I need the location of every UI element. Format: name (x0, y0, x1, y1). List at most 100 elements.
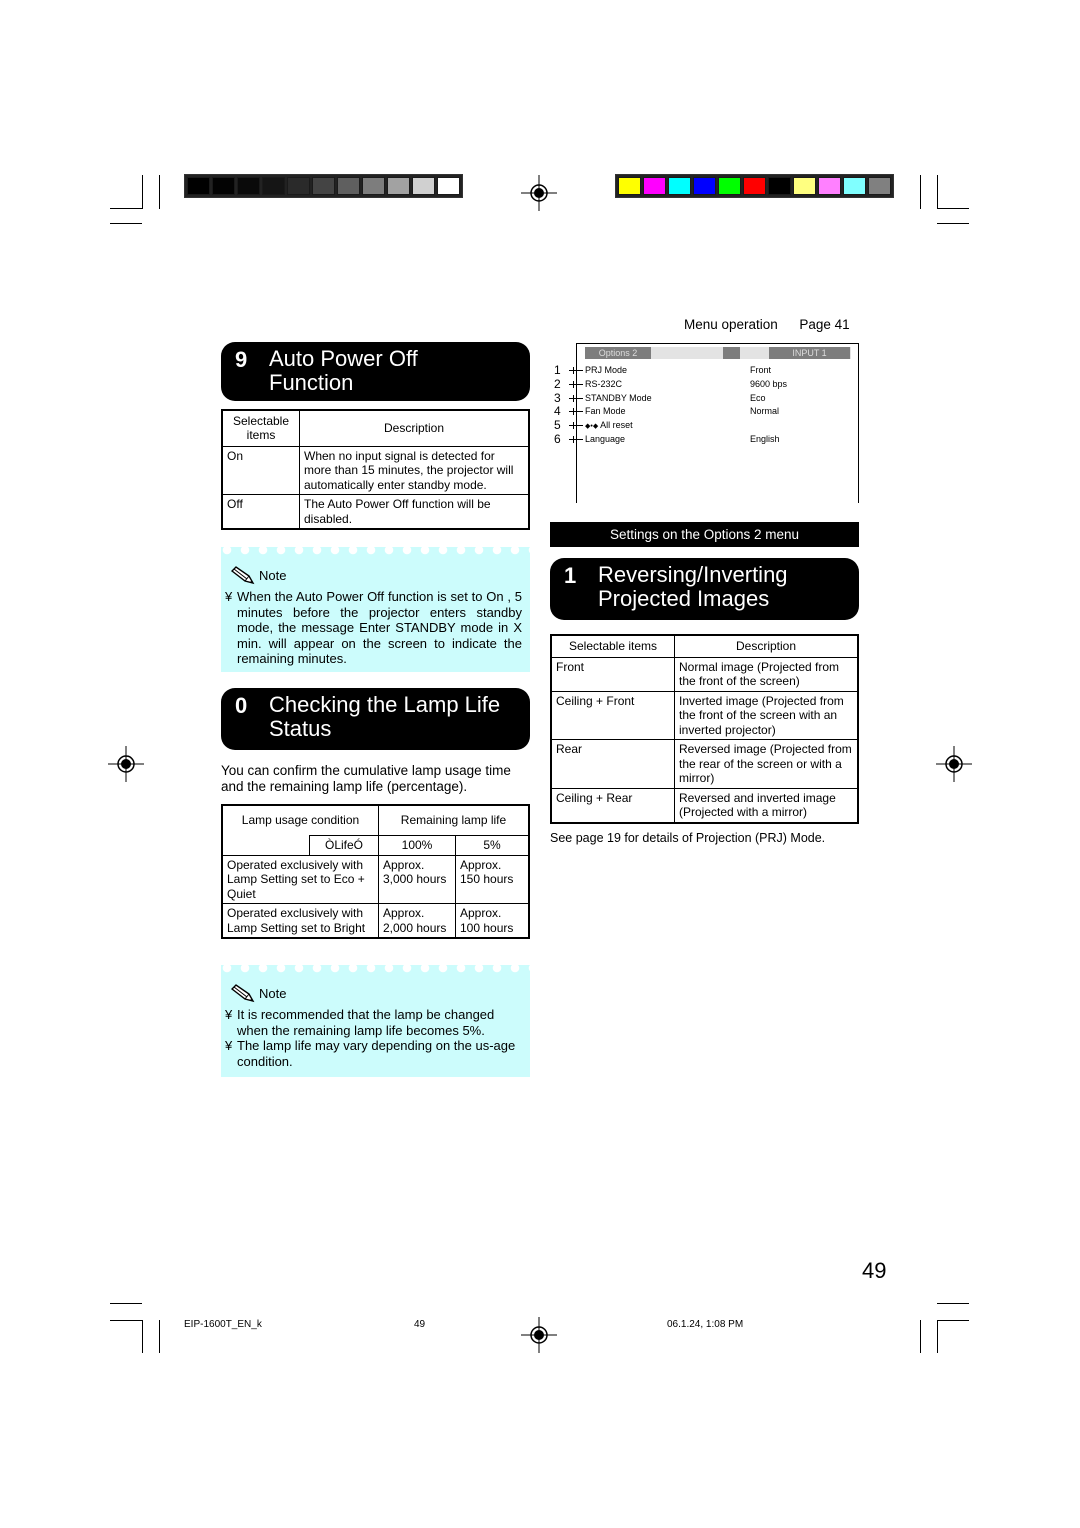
note-heading: Note (229, 565, 286, 585)
pencil-icon (230, 984, 255, 1003)
callout-line (573, 380, 574, 388)
note-heading: Note (229, 983, 286, 1003)
note-body: ¥ It is recommended that the lamp be chan… (225, 1007, 522, 1069)
table-cell-item: Ceiling + Front (550, 690, 675, 740)
reset-icon: ◆•◆ (585, 423, 601, 431)
lamp-intro-text: You can confirm the cumulative lamp usag… (221, 763, 511, 794)
menu-item-value: 9600 bps (750, 378, 788, 389)
color-swatch (643, 177, 666, 195)
menu-item-label: ◆•◆ All reset (585, 420, 633, 431)
table-cell-description: Inverted image (Projected from the front… (674, 690, 859, 740)
menu-item-value: English (750, 434, 780, 444)
color-swatch (412, 177, 435, 195)
table-cell-item: Ceiling + Rear (550, 787, 675, 823)
table-cell-item: Off (221, 494, 300, 530)
crop-mark (159, 175, 160, 209)
column-header: Description (299, 409, 530, 447)
section-number: 1 (564, 563, 577, 588)
note-box: Note ¥ When the Auto Power Off function i… (221, 547, 530, 672)
table-row: Ceiling + Rear Reversed and inverted ima… (550, 787, 859, 823)
table-row: On When no input signal is detected for … (221, 445, 530, 495)
note-body: ¥ When the Auto Power Off function is set… (225, 589, 522, 667)
color-swatch (312, 177, 335, 195)
section-number: 9 (235, 347, 248, 372)
color-swatch (287, 177, 310, 195)
table-cell-five: Approx. 100 hours (455, 903, 530, 939)
color-swatch (793, 177, 816, 195)
menu-tab-options2: Options 2 (585, 347, 651, 359)
section-header-lamp-life: 0 Checking the Lamp Life Status (221, 688, 530, 750)
section-header-auto-power-off: 9 Auto Power Off Function (221, 342, 530, 401)
color-calibration-bar (615, 174, 894, 198)
column-header: Selectable items (221, 409, 300, 447)
table-cell-condition: Operated exclusively with Lamp Setting s… (221, 903, 379, 939)
note-decoration (221, 547, 530, 557)
registration-mark-icon (521, 175, 557, 211)
note-decoration (221, 965, 530, 975)
color-swatch (387, 177, 410, 195)
slug-date: 06.1.24, 1:08 PM (667, 1319, 744, 1330)
table-row: Ceiling + Front Inverted image (Projecte… (550, 690, 859, 740)
page-number: 49 (862, 1258, 887, 1283)
crop-mark (159, 1320, 160, 1353)
color-swatch (743, 177, 766, 195)
crop-mark (110, 223, 142, 224)
crop-mark (937, 1320, 969, 1321)
section-title: Reversing/Inverting Projected Images (598, 562, 788, 611)
lamp-life-table: Lamp usage condition Remaining lamp life… (221, 804, 530, 939)
crop-mark (110, 1320, 142, 1321)
registration-mark-icon (521, 1317, 557, 1353)
color-swatch (768, 177, 791, 195)
note-bullet: ¥ When the Auto Power Off function is set… (225, 589, 522, 666)
column-header: Lamp usage condition (221, 804, 379, 835)
note-bullet: ¥ It is recommended that the lamp be chan… (225, 1007, 495, 1038)
crop-mark (110, 1303, 142, 1304)
callout-line (569, 397, 583, 399)
crop-mark (110, 208, 142, 209)
color-swatch (693, 177, 716, 195)
menu-item-value: Normal (750, 406, 780, 417)
menu-item-label: RS-232C (585, 378, 623, 389)
column-header-100: 100% (378, 834, 456, 856)
menu-item-label: PRJ Mode (585, 365, 628, 375)
page-reference-link[interactable]: Page 41 (799, 317, 849, 332)
menu-callout-number: 5 (554, 418, 561, 433)
callout-line (569, 370, 583, 371)
column-header: Remaining lamp life (378, 804, 530, 836)
slug-file: EIP-1600T_EN_k (184, 1319, 262, 1330)
callout-line (569, 439, 583, 440)
color-swatch (337, 177, 360, 195)
reversing-table: Selectable items Description Front Norma… (550, 634, 859, 824)
color-swatch (187, 177, 210, 195)
footnote-link[interactable]: See page 19 for details of Projection (P… (550, 831, 825, 845)
registration-mark-icon (936, 746, 972, 782)
crop-mark (937, 223, 969, 224)
color-swatch (237, 177, 260, 195)
table-cell-description: Reversed image (Projected from the rear … (674, 739, 859, 789)
note-box: Note ¥ It is recommended that the lamp be… (221, 965, 530, 1077)
menu-tab-input: INPUT 1 (769, 347, 850, 359)
table-cell-five: Approx. 150 hours (455, 854, 530, 904)
crop-mark (937, 208, 969, 209)
table-cell-description: Normal image (Projected from the front o… (674, 656, 859, 692)
color-swatch (437, 177, 460, 195)
callout-line (573, 436, 574, 443)
section-number: 0 (235, 693, 248, 718)
crop-mark (920, 1320, 921, 1353)
crop-mark (937, 175, 938, 209)
menu-item-label: Fan Mode (585, 406, 626, 417)
color-swatch (818, 177, 841, 195)
crop-mark (920, 175, 921, 209)
table-cell-description: The Auto Power Off function will be disa… (299, 494, 530, 530)
slug-page: 49 (414, 1319, 426, 1330)
menu-caption: Settings on the Options 2 menu (550, 522, 859, 547)
table-cell-item: Front (550, 656, 675, 692)
table-row: Front Normal image (Projected from the f… (550, 656, 859, 692)
menu-callout-number: 4 (554, 404, 561, 419)
color-swatch (718, 177, 741, 195)
callout-line (573, 367, 574, 374)
table-row: Rear Reversed image (Projected from the … (550, 739, 859, 789)
callout-line (569, 425, 583, 427)
crop-mark (142, 175, 143, 209)
table-cell-description: Reversed and inverted image (Projected w… (674, 787, 859, 823)
